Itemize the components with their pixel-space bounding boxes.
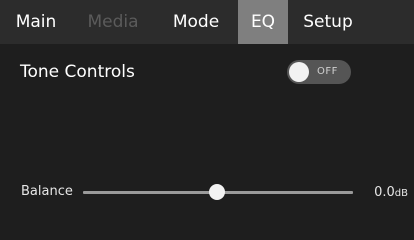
tab-mode[interactable]: Mode — [154, 0, 238, 44]
eq-screen: Main Media Mode EQ Setup Tone Controls O… — [0, 0, 414, 240]
tab-bar: Main Media Mode EQ Setup — [0, 0, 414, 44]
balance-value-unit: dB — [394, 188, 408, 199]
tone-controls-toggle[interactable]: OFF — [287, 60, 351, 84]
tab-main[interactable]: Main — [0, 0, 72, 44]
tab-setup[interactable]: Setup — [288, 0, 368, 44]
balance-value-number: 0.0 — [374, 185, 395, 200]
toggle-knob — [289, 62, 309, 82]
tab-eq[interactable]: EQ — [238, 0, 288, 44]
balance-slider-knob[interactable] — [209, 184, 225, 200]
tab-media: Media — [87, 12, 139, 32]
balance-label: Balance — [21, 184, 73, 199]
toggle-state-label: OFF — [317, 66, 338, 77]
tone-controls-title: Tone Controls — [20, 62, 135, 82]
balance-value: 0.0dB — [374, 185, 408, 200]
